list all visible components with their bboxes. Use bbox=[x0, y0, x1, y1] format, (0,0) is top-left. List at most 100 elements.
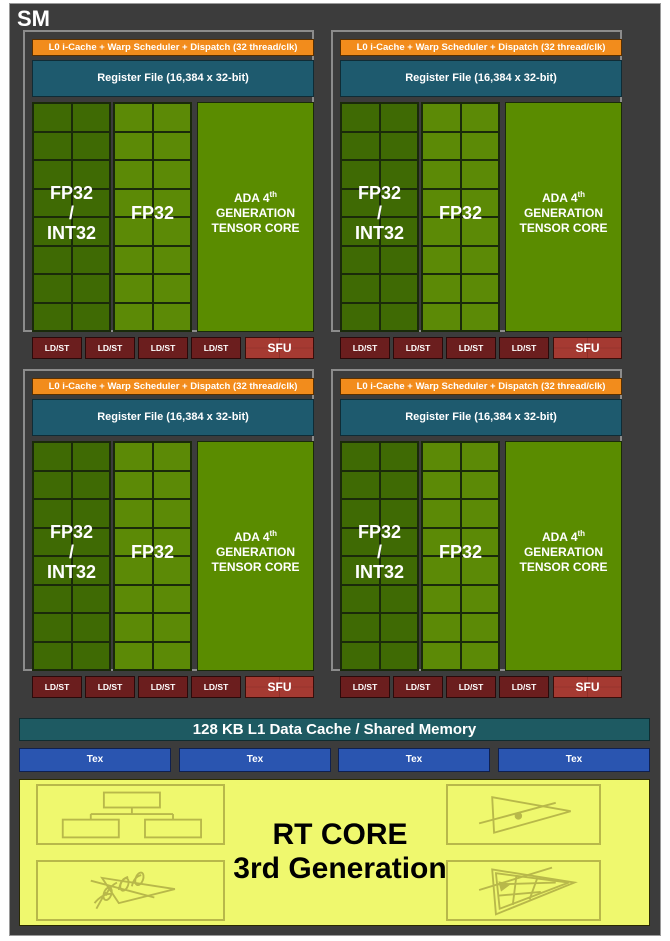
sfu-unit: SFU bbox=[245, 676, 314, 698]
core-cell bbox=[379, 188, 418, 217]
core-cell bbox=[33, 131, 72, 160]
core-cell bbox=[71, 556, 110, 585]
ldst-sfu-row: LD/ST LD/ST LD/ST LD/ST SFU bbox=[32, 337, 314, 359]
core-cell bbox=[33, 217, 72, 246]
core-cell bbox=[341, 442, 380, 471]
core-cell bbox=[422, 613, 461, 642]
core-cell bbox=[341, 274, 380, 303]
sfu-unit: SFU bbox=[553, 337, 622, 359]
core-cell bbox=[33, 103, 72, 132]
ldst-unit: LD/ST bbox=[499, 676, 549, 698]
ldst-sfu-row: LD/ST LD/ST LD/ST LD/ST SFU bbox=[340, 337, 622, 359]
core-cell bbox=[341, 470, 380, 499]
core-cell bbox=[33, 274, 72, 303]
core-cell bbox=[114, 584, 153, 613]
tensor-line1: ADA 4th bbox=[541, 529, 586, 545]
sm-partition: L0 i-Cache + Warp Scheduler + Dispatch (… bbox=[23, 30, 314, 359]
core-cell bbox=[460, 442, 499, 471]
sm-partition: L0 i-Cache + Warp Scheduler + Dispatch (… bbox=[23, 369, 314, 698]
sfu-unit: SFU bbox=[553, 676, 622, 698]
tensor-core: ADA 4th GENERATION TENSOR CORE bbox=[505, 102, 622, 332]
ray-triangle-intersection-icon bbox=[446, 784, 601, 845]
core-cell bbox=[460, 527, 499, 556]
tex-unit: Tex bbox=[179, 748, 331, 772]
alpha-traversal-icon bbox=[36, 860, 225, 921]
displaced-micro-mesh-icon bbox=[446, 860, 601, 921]
core-cell bbox=[33, 302, 72, 331]
core-cell bbox=[114, 527, 153, 556]
l0-cache-warp-scheduler: L0 i-Cache + Warp Scheduler + Dispatch (… bbox=[340, 39, 622, 56]
core-cell bbox=[152, 584, 191, 613]
ldst-unit: LD/ST bbox=[32, 337, 82, 359]
core-cell bbox=[71, 470, 110, 499]
ldst-unit: LD/ST bbox=[393, 337, 443, 359]
core-cell bbox=[460, 217, 499, 246]
core-cell bbox=[422, 217, 461, 246]
fp32-cores: FP32 bbox=[113, 441, 192, 671]
core-cell bbox=[341, 103, 380, 132]
sfu-unit: SFU bbox=[245, 337, 314, 359]
core-cell bbox=[460, 131, 499, 160]
core-cell bbox=[379, 131, 418, 160]
fp32-int32-cores: FP32/INT32 bbox=[32, 441, 111, 671]
l1-data-cache: 128 KB L1 Data Cache / Shared Memory bbox=[19, 718, 650, 741]
core-cell bbox=[33, 470, 72, 499]
core-cell bbox=[460, 302, 499, 331]
tensor-line2: GENERATION bbox=[215, 206, 296, 220]
fp32-int32-cores: FP32/INT32 bbox=[340, 441, 419, 671]
core-cell bbox=[152, 499, 191, 528]
core-cell bbox=[71, 103, 110, 132]
core-cell bbox=[33, 584, 72, 613]
core-cell bbox=[379, 584, 418, 613]
core-cell bbox=[379, 442, 418, 471]
core-cell bbox=[71, 527, 110, 556]
register-file: Register File (16,384 x 32-bit) bbox=[340, 60, 622, 97]
tex-unit: Tex bbox=[498, 748, 650, 772]
core-cell bbox=[114, 274, 153, 303]
core-cell bbox=[71, 641, 110, 670]
ldst-unit: LD/ST bbox=[138, 676, 188, 698]
core-cell bbox=[341, 641, 380, 670]
core-cell bbox=[422, 245, 461, 274]
tensor-line3: TENSOR CORE bbox=[519, 560, 608, 574]
core-cell bbox=[152, 217, 191, 246]
tensor-core: ADA 4th GENERATION TENSOR CORE bbox=[197, 441, 314, 671]
core-cell bbox=[33, 499, 72, 528]
core-cell bbox=[341, 160, 380, 189]
core-cell bbox=[460, 556, 499, 585]
tex-unit: Tex bbox=[338, 748, 490, 772]
core-cell bbox=[114, 470, 153, 499]
core-cell bbox=[379, 556, 418, 585]
core-cell bbox=[422, 103, 461, 132]
core-cell bbox=[152, 103, 191, 132]
core-cell bbox=[71, 274, 110, 303]
register-file: Register File (16,384 x 32-bit) bbox=[340, 399, 622, 436]
core-cell bbox=[152, 302, 191, 331]
tensor-line2: GENERATION bbox=[215, 545, 296, 559]
core-cell bbox=[422, 527, 461, 556]
l0-cache-warp-scheduler: L0 i-Cache + Warp Scheduler + Dispatch (… bbox=[340, 378, 622, 395]
core-cell bbox=[71, 302, 110, 331]
core-cell bbox=[152, 613, 191, 642]
core-cell bbox=[460, 188, 499, 217]
core-cell bbox=[422, 499, 461, 528]
core-cell bbox=[114, 245, 153, 274]
rt-core-line2: 3rd Generation bbox=[233, 852, 447, 885]
core-cell bbox=[114, 217, 153, 246]
core-cell bbox=[422, 470, 461, 499]
core-cell bbox=[460, 613, 499, 642]
core-cell bbox=[341, 217, 380, 246]
bvh-tree-icon bbox=[36, 784, 225, 845]
register-file: Register File (16,384 x 32-bit) bbox=[32, 60, 314, 97]
fp32-cores: FP32 bbox=[421, 102, 500, 332]
core-cell bbox=[114, 442, 153, 471]
core-cell bbox=[422, 160, 461, 189]
fp32-int32-cores: FP32/INT32 bbox=[32, 102, 111, 332]
core-cell bbox=[379, 470, 418, 499]
core-cell bbox=[460, 641, 499, 670]
core-cell bbox=[114, 160, 153, 189]
core-cell bbox=[114, 131, 153, 160]
core-cell bbox=[152, 274, 191, 303]
fp32-int32-cores: FP32/INT32 bbox=[340, 102, 419, 332]
ldst-unit: LD/ST bbox=[85, 337, 135, 359]
